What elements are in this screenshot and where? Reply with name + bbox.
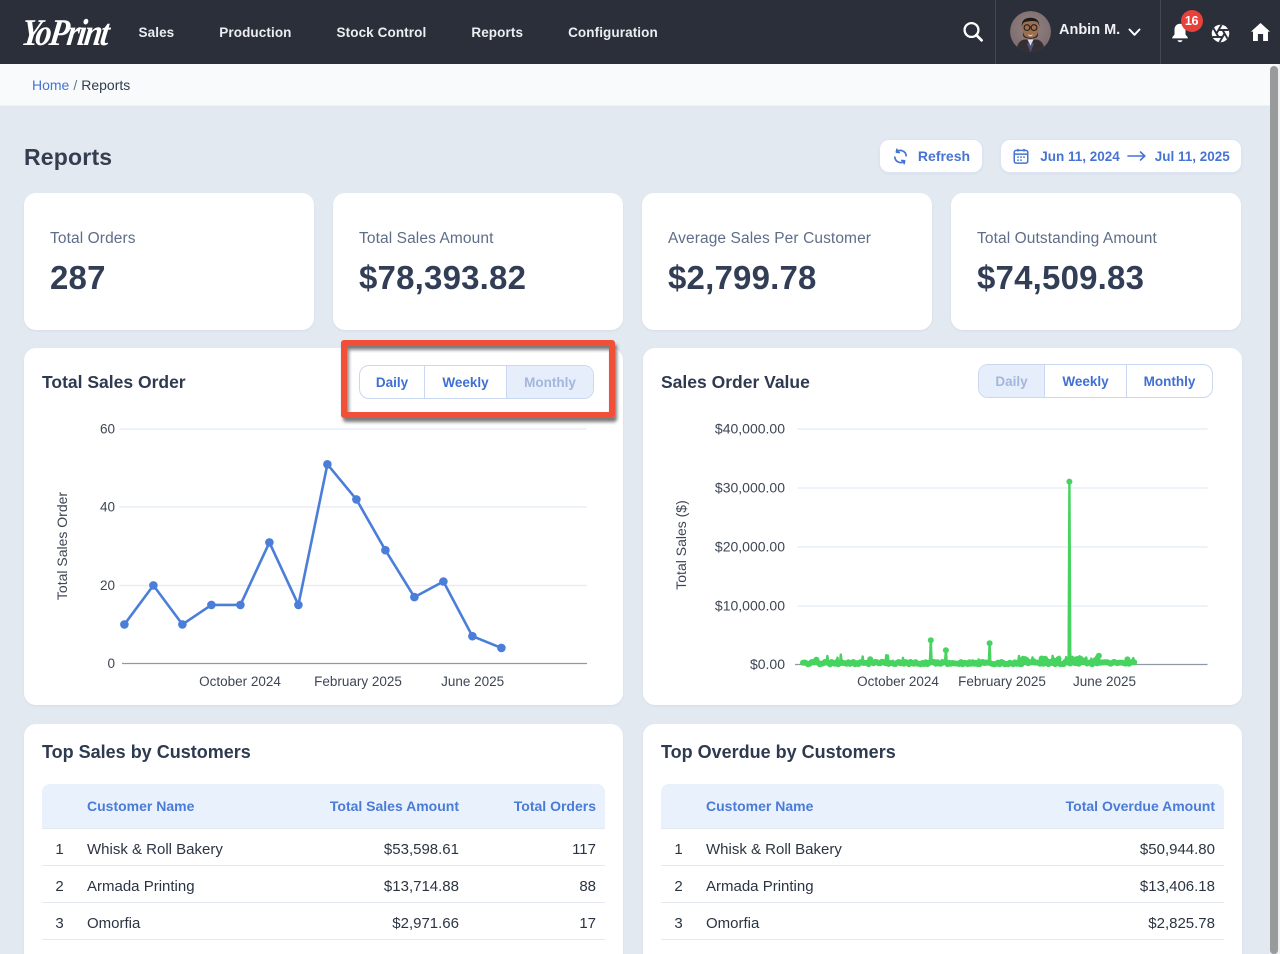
svg-text:20: 20 [100, 578, 115, 593]
svg-text:June 2025: June 2025 [1073, 674, 1136, 689]
svg-text:October 2024: October 2024 [199, 674, 281, 689]
svg-text:October 2024: October 2024 [857, 674, 939, 689]
svg-text:60: 60 [100, 422, 115, 437]
svg-text:40: 40 [100, 500, 115, 515]
svg-text:$20,000.00: $20,000.00 [715, 539, 785, 555]
svg-text:February 2025: February 2025 [314, 674, 402, 689]
svg-text:$40,000.00: $40,000.00 [715, 421, 785, 437]
svg-text:$0.00: $0.00 [750, 656, 785, 672]
svg-text:February 2025: February 2025 [958, 674, 1046, 689]
svg-text:$10,000.00: $10,000.00 [715, 598, 785, 614]
svg-text:Total Sales Order: Total Sales Order [54, 492, 70, 600]
svg-text:Total Sales ($): Total Sales ($) [673, 500, 689, 589]
svg-text:June 2025: June 2025 [441, 674, 504, 689]
svg-text:0: 0 [107, 656, 115, 671]
svg-text:$30,000.00: $30,000.00 [715, 480, 785, 496]
